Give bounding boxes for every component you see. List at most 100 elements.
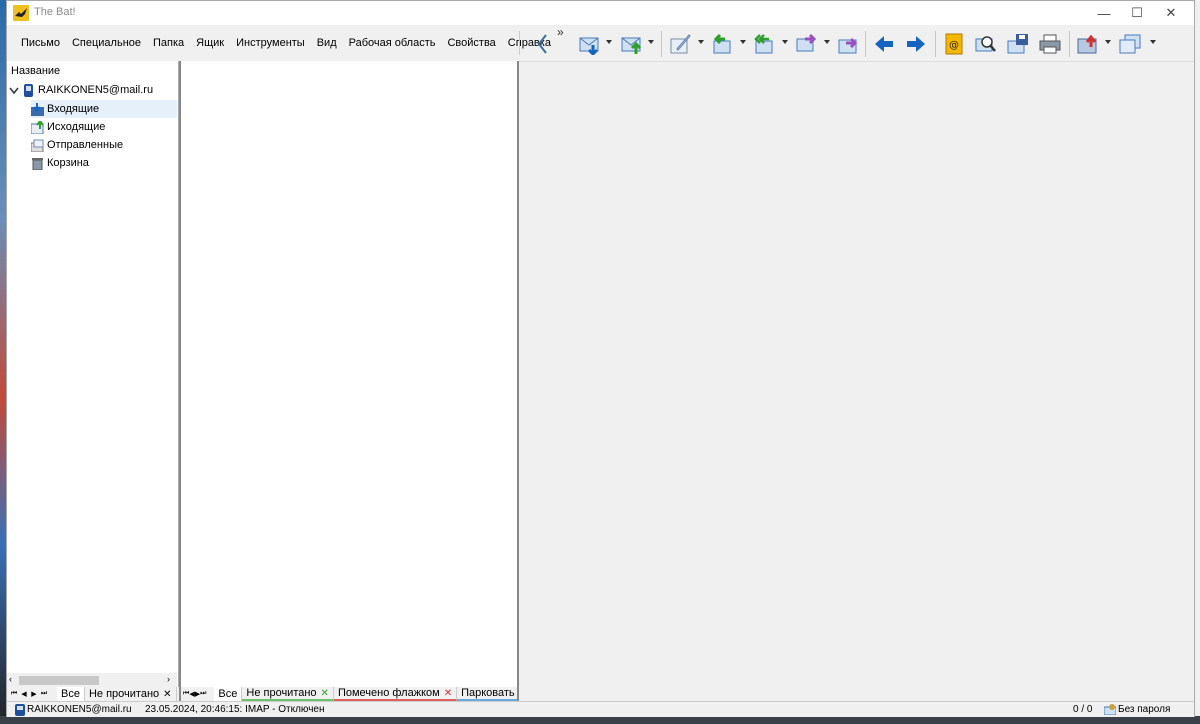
menu-bar: Письмо Специальное Папка Ящик Инструмент…: [7, 25, 551, 61]
reply-icon[interactable]: [711, 33, 733, 55]
menu-tools[interactable]: Инструменты: [230, 37, 311, 49]
tab-parked[interactable]: Парковать: [457, 687, 517, 701]
scroll-right-icon[interactable]: ›: [167, 674, 170, 684]
status-account: RAIKKONEN5@mail.ru: [27, 704, 132, 715]
maximize-button[interactable]: ☐: [1120, 1, 1154, 25]
folder-outbox[interactable]: Исходящие: [31, 118, 105, 136]
tab-all-label: Все: [218, 688, 238, 700]
expand-chevron-icon[interactable]: [9, 84, 19, 97]
save-message-icon[interactable]: [1007, 33, 1029, 55]
status-count: 0 / 0: [1073, 704, 1093, 715]
menu-properties[interactable]: Свойства: [441, 37, 501, 49]
tab-all[interactable]: Все: [57, 687, 85, 701]
move-to-folder-dropdown-icon[interactable]: [1105, 40, 1111, 44]
get-mail-dropdown-icon[interactable]: [606, 40, 612, 44]
new-message-icon[interactable]: [669, 33, 691, 55]
next-tab-icon[interactable]: ▶: [29, 688, 39, 700]
reply-dropdown-icon[interactable]: [740, 40, 746, 44]
forward-dropdown-icon[interactable]: [824, 40, 830, 44]
prev-tab-icon[interactable]: ◀: [19, 688, 29, 700]
account-status-icon: [15, 704, 25, 716]
menu-folder[interactable]: Папка: [147, 37, 190, 49]
bat-app-icon: [13, 5, 29, 21]
status-log: 23.05.2024, 20:46:15: IMAP - Отключен: [145, 704, 325, 715]
reply-all-icon[interactable]: [753, 33, 775, 55]
status-password: Без пароля: [1118, 704, 1171, 715]
forward-icon[interactable]: [795, 33, 817, 55]
toolbar-overflow-icon[interactable]: »: [557, 25, 564, 39]
menu-mailbox[interactable]: Ящик: [190, 37, 230, 49]
next-message-icon[interactable]: [905, 33, 927, 55]
tab-all-label: Все: [61, 688, 80, 700]
tab-all[interactable]: Все: [214, 687, 243, 701]
send-mail-dropdown-icon[interactable]: [648, 40, 654, 44]
scroll-left-icon[interactable]: ‹: [9, 674, 12, 684]
trash-icon: [32, 157, 43, 170]
folder-inbox-label: Входящие: [47, 103, 100, 115]
outbox-icon: [31, 120, 44, 134]
close-tab-icon[interactable]: ✕: [321, 688, 329, 699]
find-message-icon[interactable]: [975, 33, 997, 55]
menu-workspace[interactable]: Рабочая область: [343, 37, 442, 49]
toolbar: » @: [527, 25, 1187, 61]
address-book-icon[interactable]: @: [943, 33, 965, 55]
tab-flagged-label: Помечено флажком: [337, 687, 440, 699]
tab-unread-label: Не прочитано: [246, 687, 317, 699]
folder-tree-hscrollbar[interactable]: ‹ ›: [7, 673, 177, 687]
copy-to-folder-dropdown-icon[interactable]: [1150, 40, 1156, 44]
svg-text:@: @: [949, 40, 959, 51]
tab-parked-label: Парковать: [461, 687, 515, 699]
close-button[interactable]: ✕: [1154, 1, 1188, 25]
message-preview-pane: [519, 61, 1194, 701]
menu-toolbar-separator: [519, 31, 520, 55]
account-icon: [24, 83, 33, 97]
last-tab-icon[interactable]: ⏭: [39, 688, 49, 700]
password-status-icon: [1104, 704, 1116, 715]
tab-unread[interactable]: Не прочитано ✕: [85, 687, 177, 701]
toolbar-separator: [935, 31, 936, 57]
menu-view[interactable]: Вид: [311, 37, 343, 49]
menu-special[interactable]: Специальное: [66, 37, 147, 49]
get-mail-icon[interactable]: [579, 33, 601, 55]
folder-sent[interactable]: Отправленные: [31, 136, 123, 154]
move-to-folder-icon[interactable]: [1077, 33, 1099, 55]
reply-all-dropdown-icon[interactable]: [782, 40, 788, 44]
account-label: RAIKKONEN5@mail.ru: [38, 84, 154, 96]
folder-tree-header: Название: [11, 65, 61, 77]
message-filter-tabs: ⏮ ◀ ▶ ⏭ Все Не прочитано ✕ Помечено флажк…: [183, 687, 517, 701]
last-tab-icon[interactable]: ⏭: [200, 688, 206, 700]
folder-tree-pane: Название RAIKKONEN5@mail.ru Входящие Исх…: [7, 61, 179, 687]
toolbar-separator: [865, 31, 866, 57]
folder-sent-label: Отправленные: [47, 139, 124, 151]
tab-unread[interactable]: Не прочитано ✕: [242, 687, 334, 701]
main-window: The Bat! — ☐ ✕ Письмо Специальное Папка …: [6, 0, 1195, 717]
account-node[interactable]: RAIKKONEN5@mail.ru: [9, 81, 153, 99]
redirect-icon[interactable]: [837, 33, 859, 55]
close-tab-icon[interactable]: ✕: [163, 689, 171, 700]
title-bar: The Bat! — ☐ ✕: [7, 1, 1194, 25]
status-bar: RAIKKONEN5@mail.ru 23.05.2024, 20:46:15:…: [7, 701, 1194, 717]
tab-flagged[interactable]: Помечено флажком ✕: [333, 687, 458, 701]
previous-message-icon[interactable]: [873, 33, 895, 55]
print-icon[interactable]: [1039, 33, 1061, 55]
toolbar-separator: [661, 31, 662, 57]
inbox-icon: [31, 102, 44, 116]
folder-inbox[interactable]: Входящие: [31, 100, 177, 118]
folder-outbox-label: Исходящие: [47, 121, 106, 133]
minimize-button[interactable]: —: [1087, 1, 1121, 25]
tab-unread-label: Не прочитано: [88, 688, 160, 700]
folder-filter-tabs: ⏮ ◀ ▶ ⏭ Все Не прочитано ✕: [9, 687, 177, 701]
toolbar-separator: [1069, 31, 1070, 57]
send-mail-icon[interactable]: [621, 33, 643, 55]
sent-folder-icon: [31, 139, 44, 152]
scrollbar-thumb[interactable]: [19, 676, 99, 685]
menu-letter[interactable]: Письмо: [15, 37, 66, 49]
message-list-pane: [181, 61, 517, 687]
first-tab-icon[interactable]: ⏮: [9, 688, 19, 700]
window-title: The Bat!: [34, 6, 76, 18]
close-tab-icon[interactable]: ✕: [444, 688, 452, 699]
toolbar-collapse-icon[interactable]: [535, 33, 549, 55]
folder-trash[interactable]: Корзина: [31, 154, 89, 172]
new-message-dropdown-icon[interactable]: [698, 40, 704, 44]
copy-to-folder-icon[interactable]: [1119, 33, 1141, 55]
